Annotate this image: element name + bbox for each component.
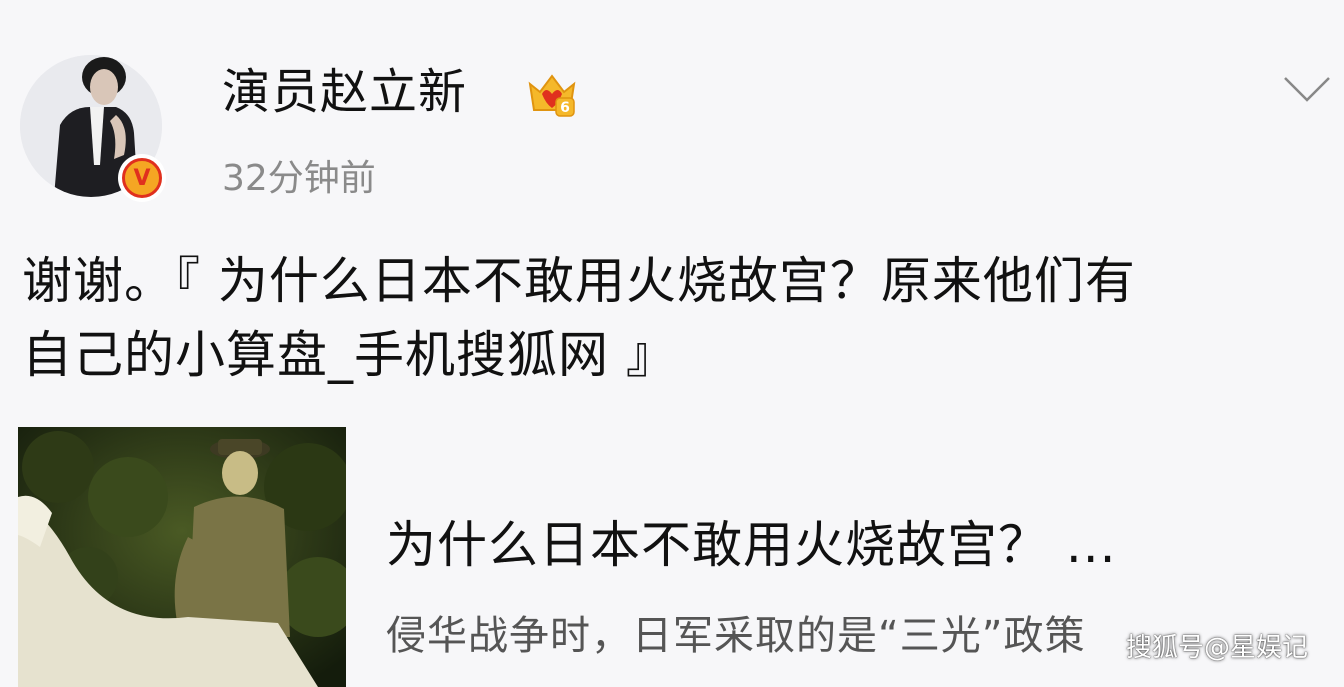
link-card-thumbnail[interactable] [18, 427, 346, 687]
rider-on-white-horse-photo [18, 427, 346, 687]
vip-crown-icon[interactable]: 6 [524, 66, 580, 122]
watermark: 搜狐号@星娱记 [1126, 633, 1309, 663]
post-text-line[interactable]: 自己的小算盘_手机搜狐网 』 [22, 318, 1322, 392]
author-name[interactable]: 演员赵立新 [222, 62, 467, 122]
verified-v-icon: V [122, 158, 162, 198]
chevron-down-icon[interactable] [1282, 74, 1332, 104]
post-time: 32分钟前 [222, 158, 376, 199]
verified-badge: V [118, 154, 166, 202]
vip-level: 6 [560, 100, 570, 116]
link-card-description: 侵华战争时，日军采取的是“三光”政策 [386, 613, 1086, 659]
post-body: 谢谢。『 为什么日本不敢用火烧故宫？原来他们有 自己的小算盘_手机搜狐网 』 [22, 244, 1322, 392]
link-card-title[interactable]: 为什么日本不敢用火烧故宫？ ... [386, 512, 1117, 578]
post-text-line: 谢谢。『 为什么日本不敢用火烧故宫？原来他们有 [22, 252, 1136, 310]
